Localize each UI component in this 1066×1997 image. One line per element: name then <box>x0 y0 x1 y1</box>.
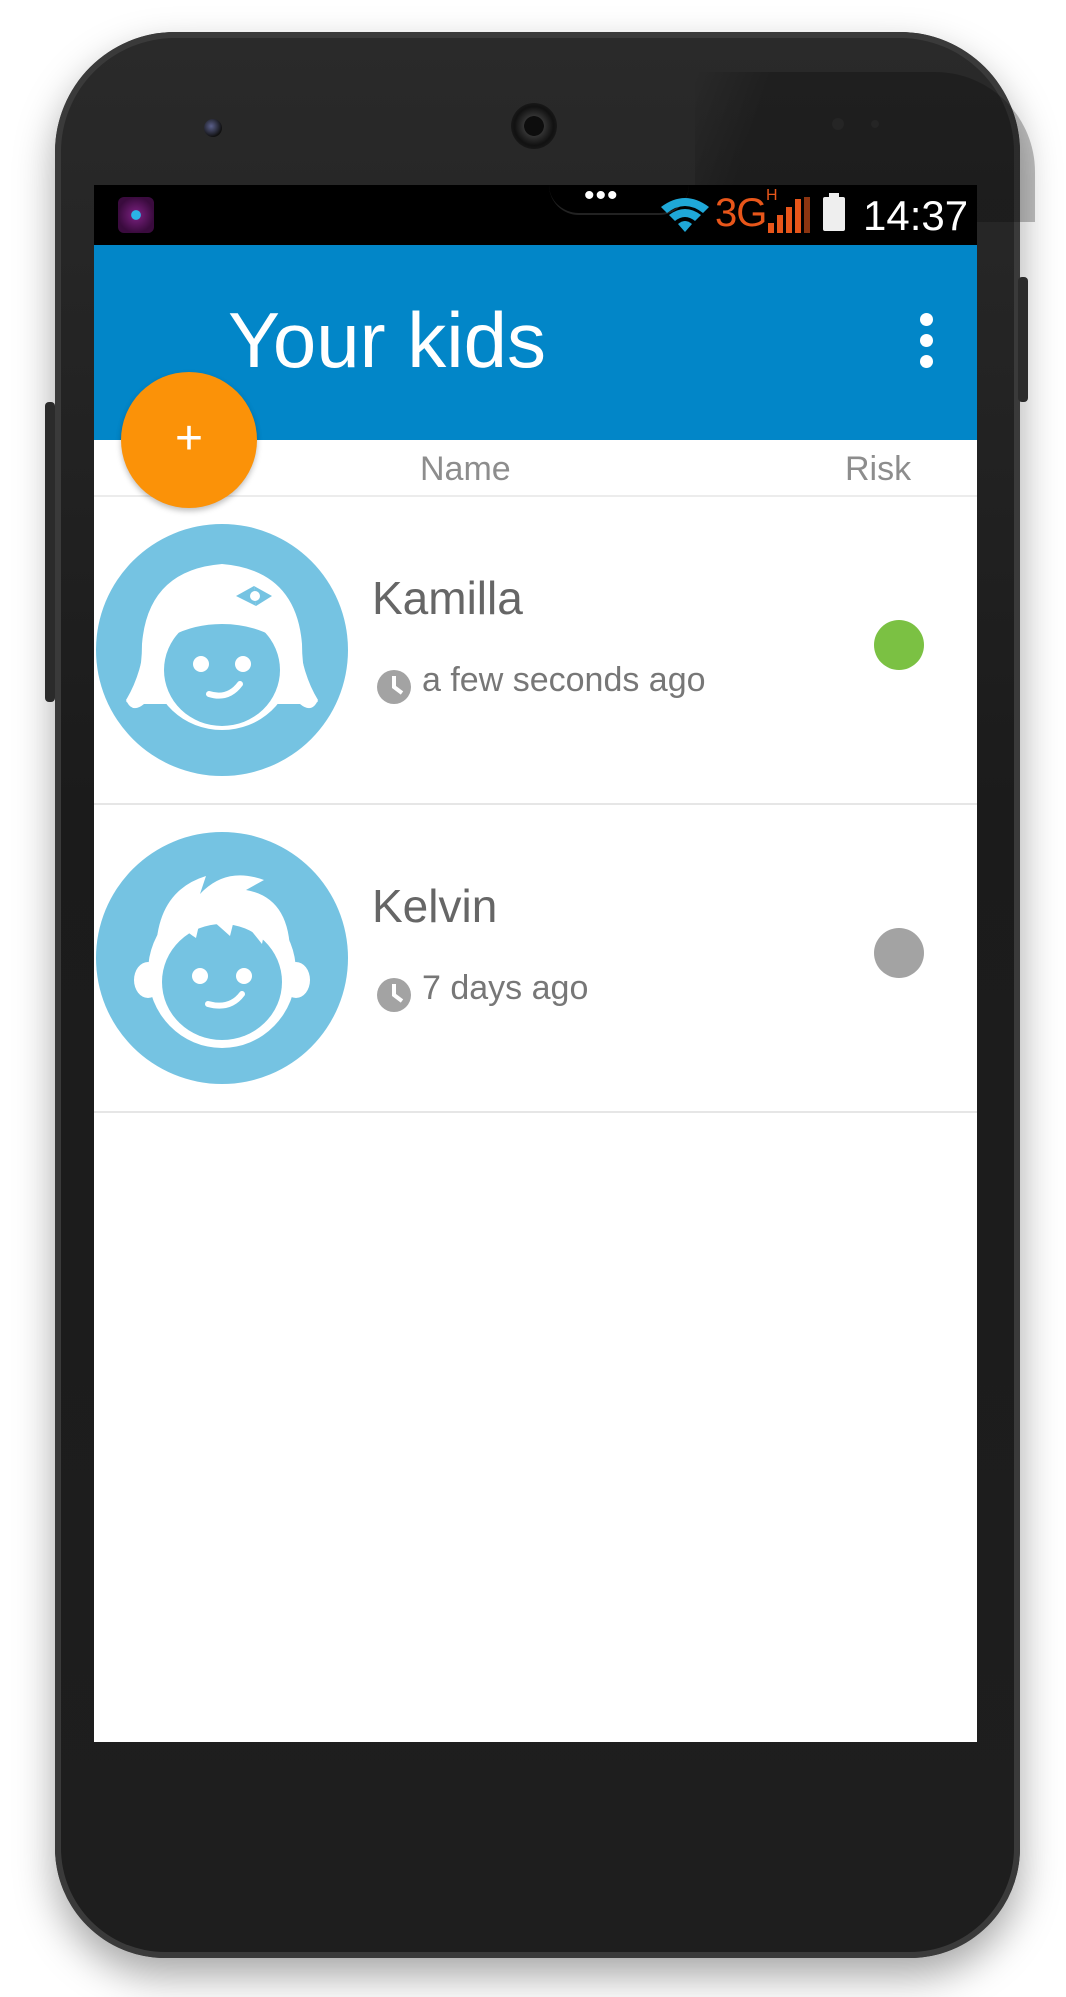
app-notification-icon <box>118 197 154 233</box>
status-bar: ••• 3G H 14:37 <box>94 185 977 245</box>
list-item[interactable]: Kamilla a few seconds ago <box>94 496 977 805</box>
risk-status-indicator <box>874 928 924 978</box>
more-notifications-icon: ••• <box>584 185 619 212</box>
add-icon: + <box>174 412 204 465</box>
column-header-name: Name <box>420 450 511 488</box>
clock-icon <box>377 978 411 1012</box>
wifi-icon <box>661 198 709 232</box>
earpiece-speaker <box>511 103 557 149</box>
kid-name: Kamilla <box>372 572 523 624</box>
status-time: 14:37 <box>863 192 969 239</box>
phone-screen: ••• 3G H 14:37 Your kids Name Risk + Kam… <box>94 185 977 1742</box>
kid-name: Kelvin <box>372 880 498 932</box>
more-vert-icon[interactable] <box>920 313 934 369</box>
last-seen-time: 7 days ago <box>422 969 589 1007</box>
light-sensor <box>871 120 879 128</box>
network-type: 3G <box>715 191 767 235</box>
risk-status-indicator <box>874 620 924 670</box>
last-seen-time: a few seconds ago <box>422 661 706 699</box>
add-kid-button[interactable]: + <box>121 372 257 508</box>
power-button <box>1018 277 1028 402</box>
volume-button <box>45 402 55 702</box>
column-header-risk: Risk <box>845 450 912 488</box>
front-camera <box>204 119 222 137</box>
signal-icon <box>768 197 810 233</box>
list-item[interactable]: Kelvin 7 days ago <box>94 804 977 1113</box>
girl-avatar-icon <box>96 524 348 776</box>
clock-icon <box>377 670 411 704</box>
page-title: Your kids <box>228 296 546 384</box>
boy-avatar-icon <box>96 832 348 1084</box>
battery-icon <box>823 193 845 231</box>
proximity-sensor <box>832 118 844 130</box>
